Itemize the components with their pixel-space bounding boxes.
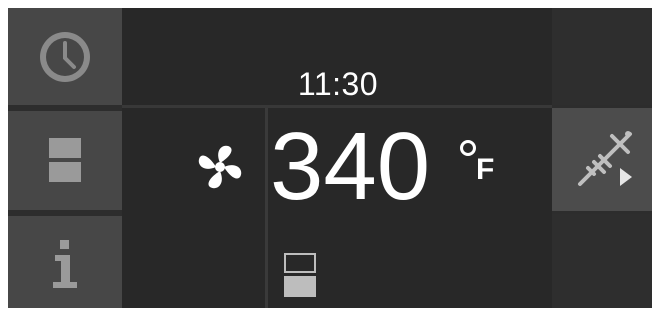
upper-lower-oven-icon — [49, 138, 81, 182]
right-top-button[interactable] — [552, 8, 652, 105]
oven-select-button[interactable] — [8, 111, 122, 210]
clock-icon — [40, 32, 90, 82]
temperature-readout[interactable]: 340 — [270, 119, 430, 215]
lower-oven-selected-icon[interactable] — [284, 253, 316, 297]
clock-button[interactable] — [8, 8, 122, 105]
convection-fan-icon — [198, 145, 242, 189]
meat-probe-icon — [578, 131, 632, 186]
info-icon — [53, 240, 77, 288]
right-bottom-button[interactable] — [552, 214, 652, 308]
oven-control-panel: 11:30 340 F — [8, 8, 652, 308]
degree-symbol — [460, 140, 476, 156]
meat-probe-button[interactable] — [552, 108, 652, 211]
clock-time: 11:30 — [297, 66, 379, 102]
mode-area — [122, 108, 265, 308]
info-button[interactable] — [8, 216, 122, 308]
temperature-unit: F — [476, 153, 495, 186]
